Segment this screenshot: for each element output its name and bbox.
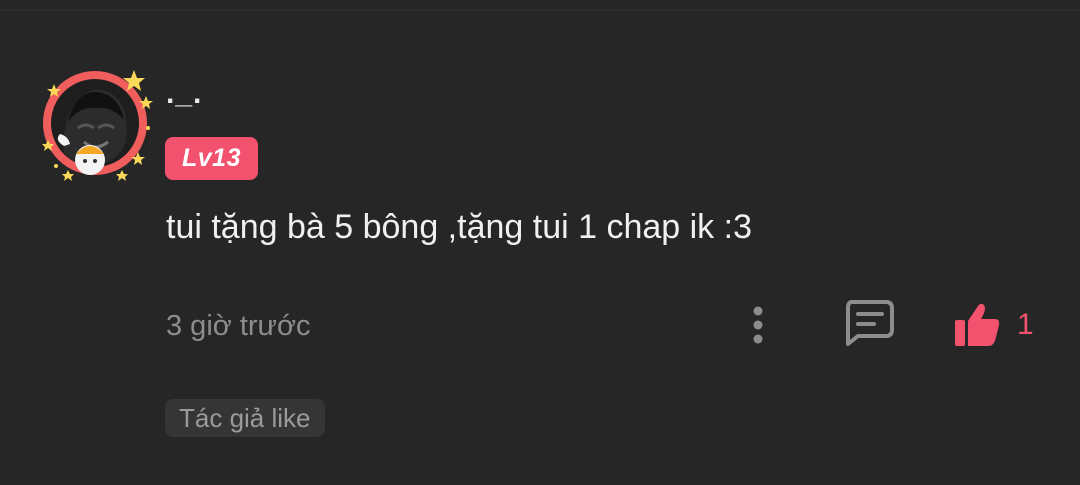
like-button[interactable]: 1 [953, 300, 1045, 350]
comment-item: ._. Lv13 tui tặng bà 5 bông ,tặng tui 1 … [0, 0, 1080, 485]
more-options-button[interactable] [743, 303, 773, 347]
thumbs-up-icon [955, 303, 1000, 346]
avatar[interactable] [34, 62, 156, 184]
chat-bubble-icon [846, 300, 894, 346]
comment-text: tui tặng bà 5 bông ,tặng tui 1 chap ik :… [166, 208, 752, 246]
username[interactable]: ._. [166, 74, 202, 114]
reply-button[interactable] [842, 298, 896, 348]
like-count: 1 [1017, 308, 1034, 341]
vertical-dots-icon [753, 306, 763, 344]
timestamp: 3 giờ trước [166, 310, 311, 342]
author-like-badge: Tác giả like [165, 399, 325, 437]
level-badge: Lv13 [165, 137, 258, 180]
